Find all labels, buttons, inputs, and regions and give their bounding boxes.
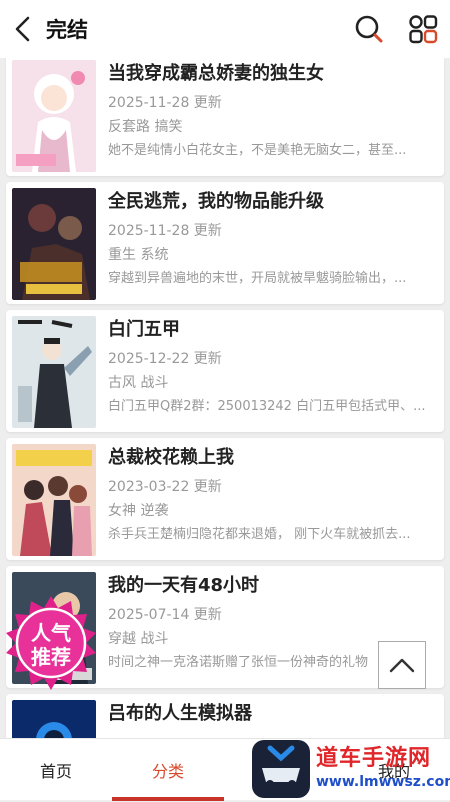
comic-description: 穿越到异兽遍地的末世，开局就被旱魃骑脸输出，... [108,271,407,286]
back-button[interactable] [0,0,46,58]
list-item[interactable]: 总裁校花赖上我 2023-03-22 更新 女神 逆袭 杀手兵王楚楠归隐花都来退… [6,438,444,560]
comic-tags: 反套路 搞笑 [108,119,183,135]
watermark-text: 道车手游网 www.lmwwsz.com [316,746,450,796]
comic-cover[interactable] [12,316,96,428]
comic-cover[interactable] [12,444,96,556]
comic-title[interactable]: 白门五甲 [108,316,438,344]
watermark-logo [252,740,310,798]
comic-title[interactable]: 总裁校花赖上我 [108,444,438,472]
comic-tags: 重生 系统 [108,247,169,263]
comic-cover[interactable] [12,60,96,172]
list-item[interactable]: 白门五甲 2025-12-22 更新 古风 战斗 白门五甲Q群2群：250013… [6,310,444,432]
badge-line2: 推荐 [31,645,71,669]
badge-line1: 人气 [31,621,71,645]
comic-title[interactable]: 全民逃荒，我的物品能升级 [108,188,438,216]
comic-description: 白门五甲Q群2群：250013242 白门五甲包括式甲、... [108,399,426,414]
comic-cover[interactable] [12,188,96,300]
update-date: 2025-07-14 更新 [108,607,222,623]
search-icon [355,15,383,43]
menu-button[interactable] [396,0,450,58]
tab-home[interactable]: 首页 [0,739,112,801]
watermark-url: www.lmwwsz.com [316,774,450,790]
comic-description: 杀手兵王楚楠归隐花都来退婚， 刚下火车就被抓去... [108,527,411,542]
list-item[interactable]: 吕布的人生模拟器 [6,694,444,738]
chevron-left-icon [15,16,30,42]
chevron-up-icon [389,658,415,673]
comic-description: 她不是纯情小白花女主，不是美艳无脑女二，甚至... [108,143,407,158]
tab-category[interactable]: 分类 [112,739,224,801]
list-item[interactable]: 全民逃荒，我的物品能升级 2025-11-28 更新 重生 系统 穿越到异兽遍地… [6,182,444,304]
grid-menu-icon [409,15,438,44]
watermark-site-name: 道车手游网 [316,746,432,771]
comic-title[interactable]: 吕布的人生模拟器 [108,700,438,728]
update-date: 2025-11-28 更新 [108,223,222,239]
comic-title[interactable]: 当我穿成霸总娇妻的独生女 [108,60,438,88]
app-header: 完结 [0,0,450,58]
comic-tags: 古风 战斗 [108,375,169,391]
update-date: 2025-11-28 更新 [108,95,222,111]
active-tab-indicator [112,797,224,801]
search-button[interactable] [342,0,396,58]
back-to-top-button[interactable] [378,641,426,689]
update-date: 2023-03-22 更新 [108,479,222,495]
popular-recommend-badge[interactable]: 人气 推荐 [2,594,100,692]
comic-title[interactable]: 我的一天有48小时 [108,572,438,600]
page-title: 完结 [46,18,88,42]
comic-cover[interactable] [12,700,96,738]
list-item[interactable]: 当我穿成霸总娇妻的独生女 2025-11-28 更新 反套路 搞笑 她不是纯情小… [6,58,444,176]
comic-tags: 女神 逆袭 [108,503,169,519]
update-date: 2025-12-22 更新 [108,351,222,367]
